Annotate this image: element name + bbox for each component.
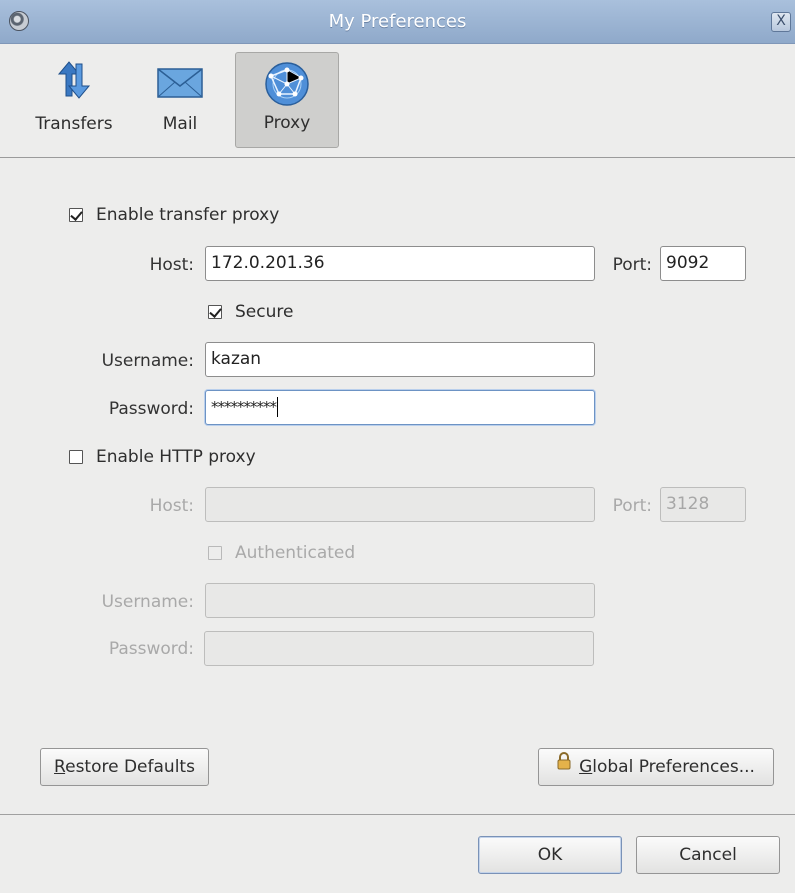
http-password-label: Password: (108, 639, 194, 659)
secure-checkbox[interactable] (208, 305, 222, 319)
lock-icon (557, 747, 571, 783)
global-mnemonic: G (579, 757, 593, 777)
authenticated-checkbox (208, 546, 222, 560)
restore-defaults-button[interactable]: Restore Defaults (40, 748, 209, 786)
http-username-label: Username: (101, 592, 194, 612)
transfer-password-label: Password: (108, 399, 194, 419)
toolbar-label-transfers: Transfers (35, 114, 113, 134)
authenticated-label: Authenticated (235, 543, 356, 563)
transfer-arrows-icon (52, 60, 96, 105)
toolbar-item-transfers[interactable]: Transfers (22, 52, 126, 148)
http-password-input (204, 631, 594, 666)
password-mask-text: ********** (211, 398, 277, 416)
http-username-input (205, 583, 595, 618)
close-button[interactable]: X (771, 12, 791, 32)
transfer-host-input[interactable]: 172.0.201.36 (205, 246, 595, 281)
transfer-port-label: Port: (612, 255, 652, 275)
toolbar-label-mail: Mail (162, 114, 198, 134)
dialog-footer: OK Cancel (0, 815, 795, 893)
restore-label-rest: estore Defaults (65, 757, 195, 777)
preferences-window: My Preferences X Transfers Mail Proxy En… (0, 0, 795, 893)
http-host-label: Host: (149, 496, 194, 516)
preferences-toolbar: Transfers Mail Proxy (0, 44, 795, 158)
enable-transfer-proxy-checkbox[interactable] (69, 208, 83, 222)
transfer-password-input[interactable]: ********** (205, 390, 595, 425)
enable-http-proxy-label[interactable]: Enable HTTP proxy (96, 447, 256, 467)
enable-http-proxy-checkbox[interactable] (69, 450, 83, 464)
text-caret (277, 397, 278, 417)
globe-network-icon (263, 60, 311, 113)
transfer-port-input[interactable]: 9092 (660, 246, 746, 281)
title-bar: My Preferences X (0, 0, 795, 44)
secure-label[interactable]: Secure (235, 302, 293, 322)
http-port-label: Port: (612, 496, 652, 516)
transfer-username-input[interactable]: kazan (205, 342, 595, 377)
global-label-rest: lobal Preferences... (592, 757, 755, 777)
global-preferences-button[interactable]: Global Preferences... (538, 748, 774, 786)
toolbar-item-mail[interactable]: Mail (141, 52, 219, 148)
window-title: My Preferences (328, 11, 467, 32)
envelope-icon (157, 66, 203, 105)
ok-button[interactable]: OK (478, 836, 622, 874)
proxy-settings-panel: Enable transfer proxy Host: 172.0.201.36… (0, 159, 795, 814)
cancel-button[interactable]: Cancel (636, 836, 780, 874)
transfer-host-label: Host: (149, 255, 194, 275)
enable-transfer-proxy-label[interactable]: Enable transfer proxy (96, 205, 279, 225)
restore-mnemonic: R (54, 757, 66, 777)
transfer-username-label: Username: (101, 351, 194, 371)
http-port-input: 3128 (660, 487, 746, 522)
toolbar-item-proxy[interactable]: Proxy (235, 52, 339, 148)
http-host-input (205, 487, 595, 522)
toolbar-label-proxy: Proxy (263, 113, 311, 133)
